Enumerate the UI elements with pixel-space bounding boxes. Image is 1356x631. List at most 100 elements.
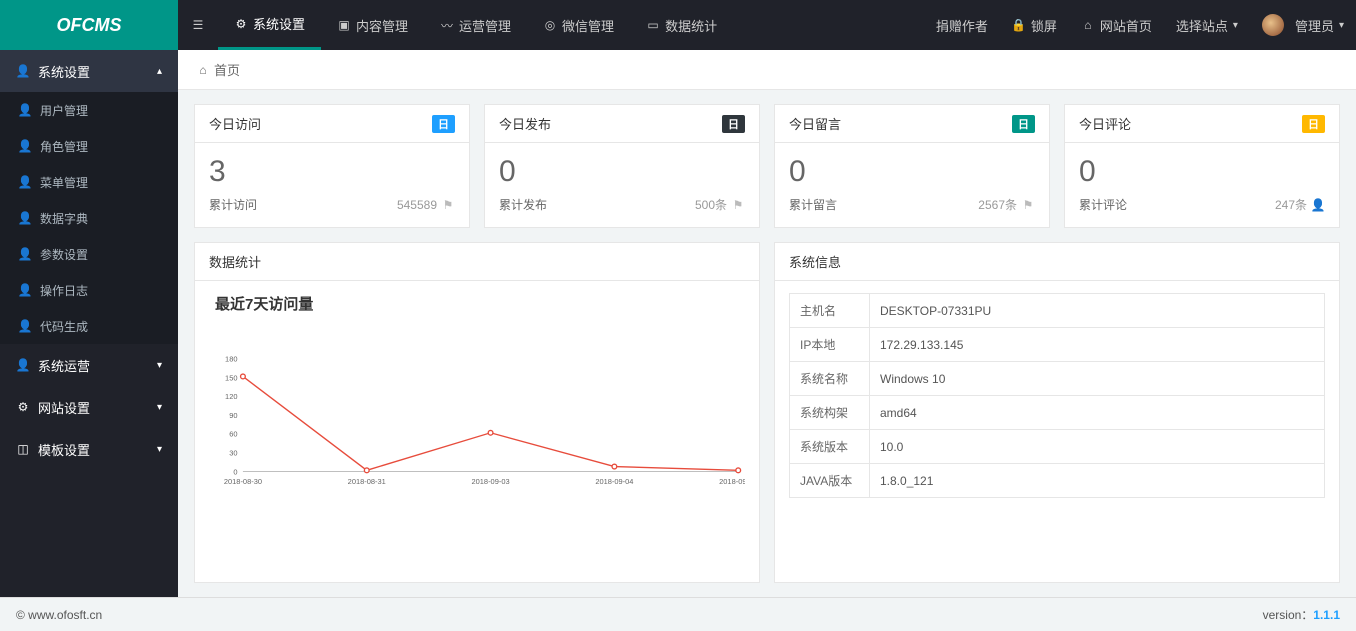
group-icon: ◫ [16,442,30,456]
item-icon: 👤 [18,103,32,117]
lock-button[interactable]: 🔒锁屏 [1000,0,1069,50]
site-home-link[interactable]: ⌂网站首页 [1069,0,1164,50]
site-select-label: 选择站点 [1176,16,1228,35]
site-select[interactable]: 选择站点 ▾ [1164,0,1250,50]
item-label: 用户管理 [40,102,88,119]
nav-icon: ◎ [543,18,557,32]
sidebar-item[interactable]: 👤 操作日志 [0,272,178,308]
svg-text:120: 120 [225,392,237,401]
nav-icon: ▭ [646,18,660,32]
info-key: IP本地 [790,328,870,362]
flag-icon: ⚑ [731,198,745,212]
info-value: 172.29.133.145 [870,328,1325,362]
item-label: 菜单管理 [40,174,88,191]
flag-icon: ⚑ [441,198,455,212]
stat-title: 今日评论 [1079,114,1131,133]
sidebar-item[interactable]: 👤 用户管理 [0,92,178,128]
stat-total: 545589 [397,198,437,212]
stat-num: 0 [499,155,745,188]
stat-total: 500条 [695,196,727,213]
stat-total: 247条 [1275,196,1307,213]
footer-copyright: © www.ofosft.cn [16,608,102,622]
stat-total: 2567条 [978,196,1017,213]
topnav-item[interactable]: ◎微信管理 [527,0,630,50]
sidebar-group[interactable]: 👤系统设置▴ [0,50,178,92]
stats-row: 今日访问日3累计访问545589 ⚑今日发布日0累计发布500条 ⚑今日留言日0… [194,104,1340,228]
info-key: 主机名 [790,294,870,328]
donate-link[interactable]: 捐赠作者 [924,0,1000,50]
table-row: 系统版本10.0 [790,430,1325,464]
svg-text:0: 0 [233,467,237,476]
item-icon: 👤 [18,211,32,225]
item-label: 参数设置 [40,246,88,263]
item-icon: 👤 [18,247,32,261]
info-value: amd64 [870,396,1325,430]
nav-icon: 〰 [440,18,454,32]
info-value: 10.0 [870,430,1325,464]
sysinfo-panel: 系统信息 主机名DESKTOP-07331PUIP本地172.29.133.14… [774,242,1340,583]
stat-label: 累计发布 [499,196,547,213]
sidebar-item[interactable]: 👤 参数设置 [0,236,178,272]
sidebar-group[interactable]: 👤系统运营▾ [0,344,178,386]
topnav-item[interactable]: ⚙系统设置 [218,0,321,50]
topnav-item[interactable]: ▣内容管理 [321,0,424,50]
lock-icon: 🔒 [1012,18,1026,32]
header: OFCMS ☰ ⚙系统设置▣内容管理〰运营管理◎微信管理 ▭ 数据统计 捐赠作者 🔒… [0,0,1356,50]
chevron-down-icon: ▾ [157,402,162,413]
group-icon: 👤 [16,358,30,372]
sidebar-group[interactable]: ⚙ 网站设置 ▾ [0,386,178,428]
breadcrumb-home[interactable]: 首页 [214,60,240,79]
nav-label: 内容管理 [356,16,408,35]
sysinfo-table: 主机名DESKTOP-07331PUIP本地172.29.133.145系统名称… [789,293,1325,498]
footer-version: version：1.1.1 [1263,606,1340,623]
svg-text:90: 90 [229,411,237,420]
data-panel-title: 数据统计 [195,243,759,281]
nav-label: 系统设置 [253,14,305,33]
donate-label: 捐赠作者 [936,16,988,35]
flag-icon: ⚑ [1021,198,1035,212]
sidebar-item[interactable]: 👤代码生成 [0,308,178,344]
stat-num: 0 [1079,155,1325,188]
logo[interactable]: OFCMS [0,0,178,50]
chevron-down-icon: ▾ [1233,20,1238,31]
item-label: 数据字典 [40,210,88,227]
svg-text:2018-09-06: 2018-09-06 [719,477,745,486]
sidebar-item[interactable]: 👤角色管理 [0,128,178,164]
sidebar-item[interactable]: 👤 数据字典 [0,200,178,236]
user-menu[interactable]: 管理员▾ [1250,0,1356,50]
sidebar-group[interactable]: ◫模板设置▾ [0,428,178,470]
home-icon: ⌂ [1081,18,1095,32]
group-icon: ⚙ [16,400,30,414]
home-icon: ⌂ [196,63,210,77]
topnav-item[interactable]: 〰运营管理 [424,0,527,50]
item-label: 操作日志 [40,282,88,299]
sidebar-item[interactable]: 👤菜单管理 [0,164,178,200]
item-icon: 👤 [18,319,32,333]
main: ⌂ 首页 今日访问日3累计访问545589 ⚑今日发布日0累计发布500条 ⚑今… [178,50,1356,597]
table-row: IP本地172.29.133.145 [790,328,1325,362]
footer: © www.ofosft.cn version：1.1.1 [0,597,1356,631]
item-icon: 👤 [18,283,32,297]
stat-label: 累计评论 [1079,196,1127,213]
stat-num: 0 [789,155,1035,188]
sidebar-toggle[interactable]: ☰ [178,0,218,50]
menu-icon: ☰ [191,18,205,32]
top-nav: ⚙系统设置▣内容管理〰运营管理◎微信管理 ▭ 数据统计 [218,0,733,50]
stat-badge: 日 [1302,115,1325,133]
group-label: 模板设置 [38,440,90,459]
visits-chart: 03060901201501802018-08-302018-08-312018… [209,320,745,520]
svg-text:2018-08-30: 2018-08-30 [224,477,262,486]
stat-title: 今日发布 [499,114,551,133]
stat-title: 今日访问 [209,114,261,133]
nav-label: 数据统计 [665,16,717,35]
svg-text:2018-09-04: 2018-09-04 [595,477,633,486]
stat-card: 今日发布日0累计发布500条 ⚑ [484,104,760,228]
topnav-item[interactable]: ▭ 数据统计 [630,0,733,50]
group-label: 网站设置 [38,398,90,417]
group-label: 系统运营 [38,356,90,375]
info-key: JAVA版本 [790,464,870,498]
chart-title: 最近7天访问量 [215,293,745,314]
stat-card: 今日评论 日 0 累计评论 247条 👤 [1064,104,1340,228]
user-icon: 👤 [1311,198,1325,212]
svg-text:2018-09-03: 2018-09-03 [472,477,510,486]
